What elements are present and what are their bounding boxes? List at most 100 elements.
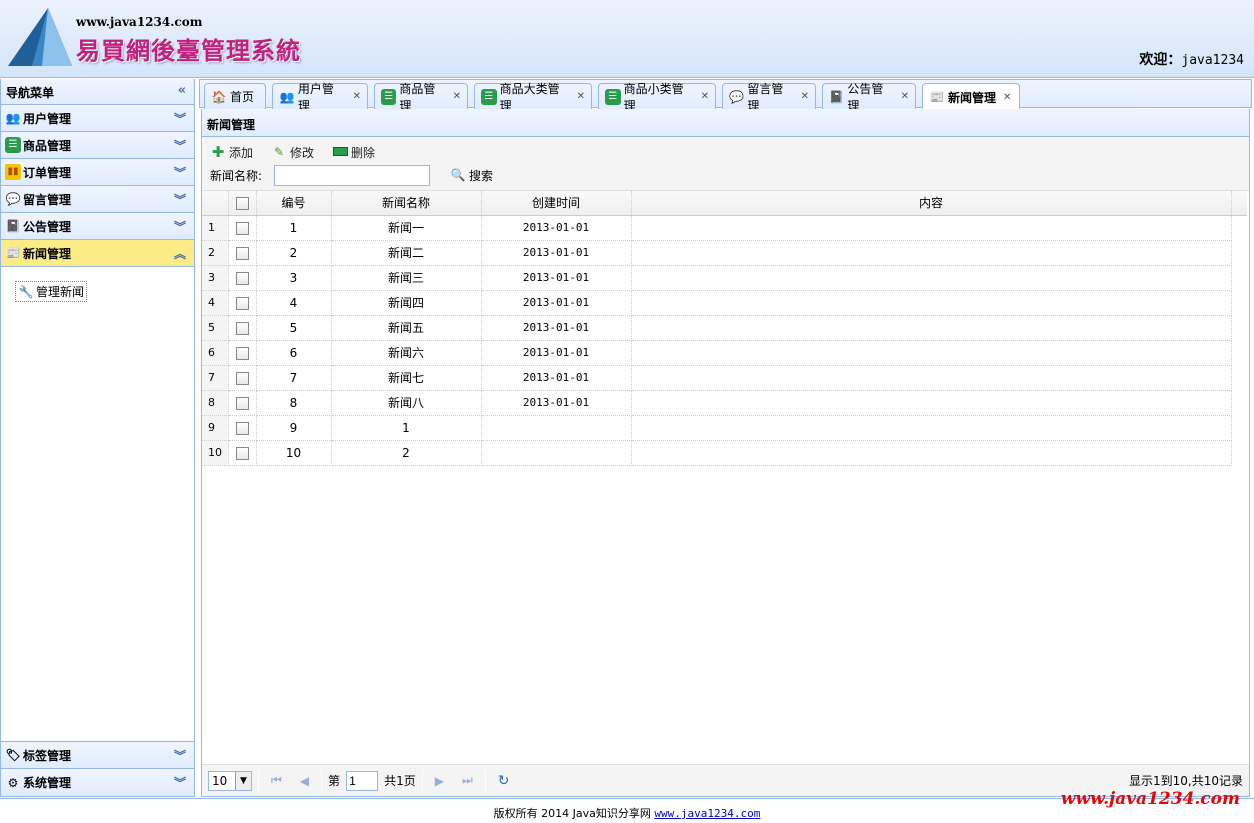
news-icon: 📰 bbox=[929, 90, 945, 104]
dropdown-arrow-icon[interactable]: ▼ bbox=[235, 771, 251, 790]
tab-home[interactable]: 🏠 首页 bbox=[204, 83, 266, 109]
column-header-id[interactable]: 编号 bbox=[256, 191, 332, 216]
last-page-icon[interactable]: ⏭ bbox=[456, 773, 479, 788]
column-header-name[interactable]: 新闻名称 bbox=[331, 191, 482, 216]
row-checkbox[interactable] bbox=[235, 321, 249, 335]
cell-content bbox=[631, 315, 1232, 341]
column-header-content[interactable]: 内容 bbox=[631, 191, 1232, 216]
table-row[interactable]: 8 8 新闻八 2013-01-01 bbox=[202, 390, 1247, 416]
table-row[interactable]: 6 6 新闻六 2013-01-01 bbox=[202, 340, 1247, 366]
cell-name: 新闻七 bbox=[331, 365, 482, 391]
table-row[interactable]: 7 7 新闻七 2013-01-01 bbox=[202, 365, 1247, 391]
tab-products[interactable]: ☰ 商品管理 ✕ bbox=[374, 82, 468, 113]
row-checkbox[interactable] bbox=[235, 221, 249, 235]
sidebar-item-users[interactable]: 👥 用户管理 ︾ bbox=[1, 105, 194, 132]
tab-users[interactable]: 👥 用户管理 ✕ bbox=[272, 82, 368, 113]
row-checkbox[interactable] bbox=[235, 246, 249, 260]
row-checkbox[interactable] bbox=[235, 296, 249, 310]
row-checkbox-cell[interactable] bbox=[228, 265, 257, 291]
row-checkbox[interactable] bbox=[235, 346, 249, 360]
sidebar-item-messages[interactable]: 💬 留言管理 ︾ bbox=[1, 186, 194, 213]
table-row[interactable]: 5 5 新闻五 2013-01-01 bbox=[202, 315, 1247, 341]
edit-button[interactable]: ✎ 修改 bbox=[271, 144, 314, 161]
add-button[interactable]: ✚ 添加 bbox=[210, 144, 253, 161]
row-checkbox[interactable] bbox=[235, 421, 249, 435]
cell-created: 2013-01-01 bbox=[481, 365, 632, 391]
table-row[interactable]: 1 1 新闻一 2013-01-01 bbox=[202, 215, 1247, 241]
sidebar-item-system[interactable]: ⚙ 系统管理 ︾ bbox=[1, 769, 194, 796]
tab-notices[interactable]: 📓 公告管理 ✕ bbox=[822, 82, 916, 113]
close-icon[interactable]: ✕ bbox=[801, 91, 809, 102]
close-icon[interactable]: ✕ bbox=[701, 91, 709, 102]
row-checkbox-cell[interactable] bbox=[228, 340, 257, 366]
collapse-sidebar-icon[interactable]: « bbox=[178, 83, 186, 98]
row-checkbox-cell[interactable] bbox=[228, 440, 257, 466]
close-icon[interactable]: ✕ bbox=[453, 91, 461, 102]
select-all-checkbox[interactable] bbox=[235, 196, 249, 210]
row-checkbox[interactable] bbox=[235, 371, 249, 385]
row-checkbox-cell[interactable] bbox=[228, 415, 257, 441]
row-checkbox-cell[interactable] bbox=[228, 215, 257, 241]
table-row[interactable]: 991 bbox=[202, 415, 1247, 441]
news-name-search-input[interactable] bbox=[274, 164, 431, 186]
toolbar: ✚ 添加 ✎ 修改 删除 新闻名称: 🔍 搜索 bbox=[202, 137, 1249, 191]
tab-news[interactable]: 📰 新闻管理 ✕ bbox=[922, 83, 1020, 110]
manage-news-link[interactable]: 🔧 管理新闻 bbox=[15, 281, 88, 302]
close-icon[interactable]: ✕ bbox=[901, 91, 909, 102]
tab-messages[interactable]: 💬 留言管理 ✕ bbox=[722, 82, 816, 113]
first-page-icon[interactable]: ⏮ bbox=[265, 773, 288, 788]
table-row[interactable]: 10 10 2 bbox=[202, 440, 1247, 466]
row-number: 9 bbox=[202, 415, 229, 441]
expand-chevron-icon[interactable]: ︾ bbox=[174, 774, 186, 791]
refresh-icon[interactable]: ↻ bbox=[492, 773, 516, 789]
close-icon[interactable]: ✕ bbox=[353, 91, 361, 102]
cell-content bbox=[631, 340, 1232, 366]
search-button[interactable]: 🔍 搜索 bbox=[450, 167, 494, 184]
news-accordion-body: 🔧 管理新闻 bbox=[1, 267, 194, 740]
table-row[interactable]: 3 3 新闻三 2013-01-01 bbox=[202, 265, 1247, 291]
page-number-input[interactable] bbox=[346, 770, 379, 791]
manage-news-label: 管理新闻 bbox=[36, 285, 85, 299]
sidebar-item-label: 标签管理 bbox=[23, 748, 72, 763]
cell-name: 新闻三 bbox=[331, 265, 482, 291]
row-number: 4 bbox=[202, 290, 229, 316]
expand-chevron-icon[interactable]: ︾ bbox=[174, 110, 186, 127]
row-checkbox[interactable] bbox=[235, 396, 249, 410]
table-row[interactable]: 4 4 新闻四 2013-01-01 bbox=[202, 290, 1247, 316]
table-row[interactable]: 2 2 新闻二 2013-01-01 bbox=[202, 240, 1247, 266]
expand-chevron-icon[interactable]: ︾ bbox=[174, 164, 186, 181]
row-checkbox[interactable] bbox=[235, 446, 249, 460]
footer-link[interactable]: www.java1234.com bbox=[654, 807, 760, 820]
welcome-label: 欢迎： bbox=[1139, 52, 1182, 68]
page-size-select[interactable]: 10 ▼ bbox=[208, 770, 252, 791]
row-checkbox-cell[interactable] bbox=[228, 390, 257, 416]
collapse-chevron-icon[interactable]: ︽ bbox=[174, 245, 186, 262]
select-all-header[interactable] bbox=[228, 191, 257, 216]
row-checkbox-cell[interactable] bbox=[228, 365, 257, 391]
tab-product-categories[interactable]: ☰ 商品大类管理 ✕ bbox=[474, 82, 592, 113]
row-checkbox-cell[interactable] bbox=[228, 240, 257, 266]
sidebar-item-products[interactable]: ☰ 商品管理 ︾ bbox=[1, 132, 194, 159]
sidebar-item-tags[interactable]: 🏷 标签管理 ︾ bbox=[1, 742, 194, 769]
cell-id: 10 bbox=[256, 440, 332, 466]
prev-page-icon[interactable]: ◀ bbox=[294, 774, 315, 788]
row-checkbox-cell[interactable] bbox=[228, 290, 257, 316]
row-checkbox[interactable] bbox=[235, 271, 249, 285]
tab-product-subcategories[interactable]: ☰ 商品小类管理 ✕ bbox=[598, 82, 716, 113]
row-checkbox-cell[interactable] bbox=[228, 315, 257, 341]
next-page-icon[interactable]: ▶ bbox=[429, 774, 450, 788]
expand-chevron-icon[interactable]: ︾ bbox=[174, 137, 186, 154]
expand-chevron-icon[interactable]: ︾ bbox=[174, 218, 186, 235]
sidebar-item-news[interactable]: 📰 新闻管理 ︽ bbox=[1, 240, 194, 267]
close-icon[interactable]: ✕ bbox=[1003, 92, 1011, 103]
cell-id: 9 bbox=[256, 415, 332, 441]
cell-spacer bbox=[1231, 440, 1247, 465]
column-header-created[interactable]: 创建时间 bbox=[481, 191, 632, 216]
close-icon[interactable]: ✕ bbox=[577, 91, 585, 102]
expand-chevron-icon[interactable]: ︾ bbox=[174, 747, 186, 764]
delete-button[interactable]: 删除 bbox=[332, 144, 375, 161]
sidebar-item-notices[interactable]: 📓 公告管理 ︾ bbox=[1, 213, 194, 240]
sidebar-item-orders[interactable]: ▮▮ 订单管理 ︾ bbox=[1, 159, 194, 186]
page-size-value: 10 bbox=[212, 773, 228, 788]
expand-chevron-icon[interactable]: ︾ bbox=[174, 191, 186, 208]
